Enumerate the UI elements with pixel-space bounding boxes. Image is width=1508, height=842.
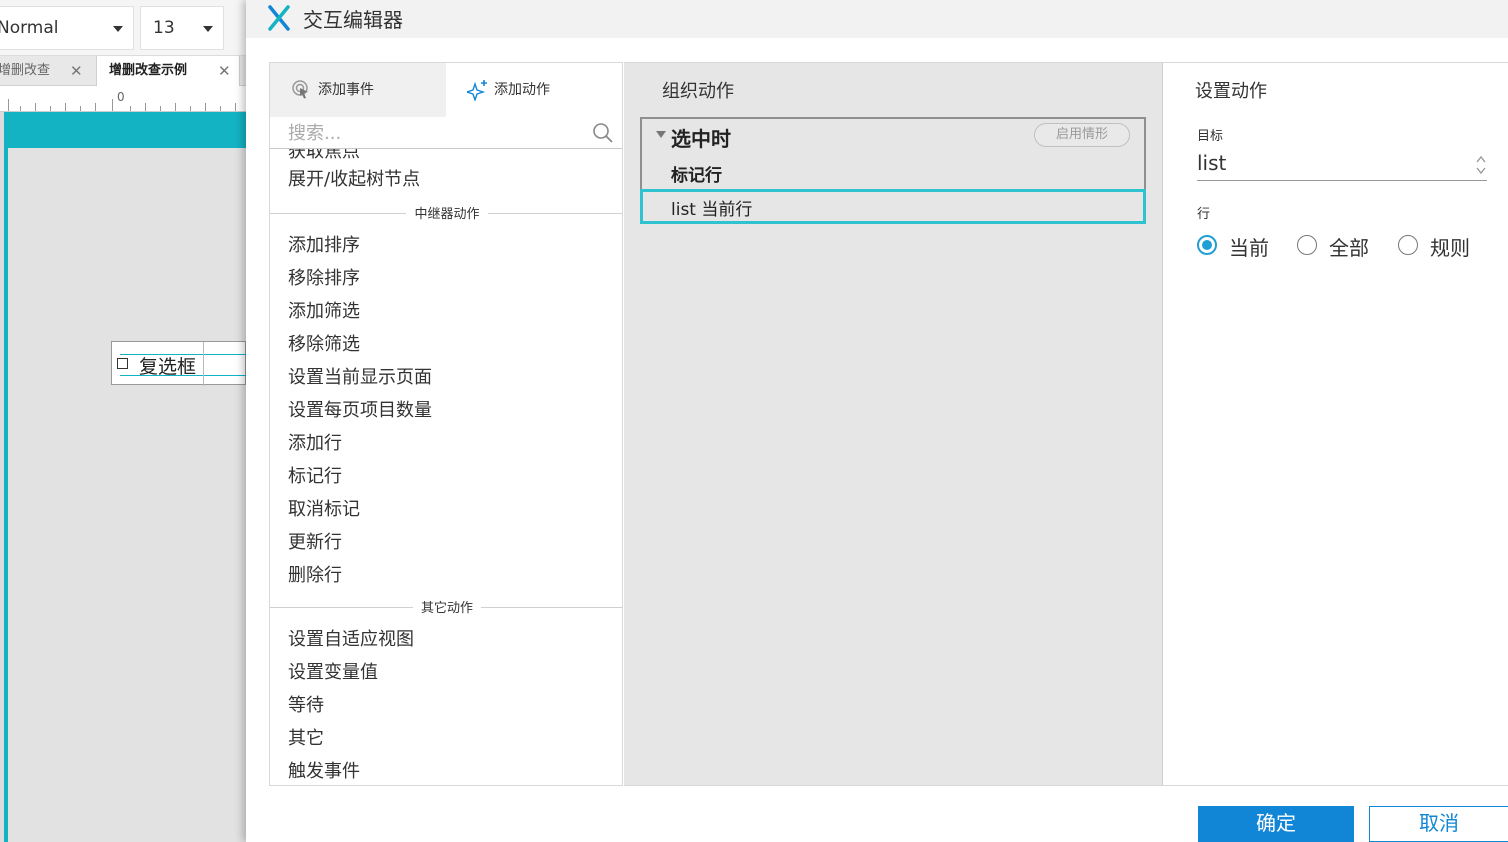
- tab-add-event-label: 添加事件: [318, 82, 374, 98]
- list-item[interactable]: 等待: [288, 691, 324, 717]
- tab-add-action-label: 添加动作: [494, 82, 550, 98]
- list-item[interactable]: 触发事件: [288, 757, 360, 783]
- radio-label: 全部: [1329, 236, 1369, 260]
- ruler-zero: 0: [117, 90, 125, 104]
- search-icon[interactable]: [592, 122, 614, 144]
- design-canvas[interactable]: [4, 148, 246, 842]
- case-block[interactable]: 选中时 启用情形 标记行 list 当前行: [640, 117, 1146, 224]
- list-item[interactable]: 设置每页项目数量: [288, 396, 432, 422]
- dialog-title: 交互编辑器: [303, 8, 403, 32]
- list-item[interactable]: 添加行: [288, 429, 342, 455]
- font-style-value: Normal: [0, 18, 59, 38]
- tab-label: 增删改查示例: [109, 63, 188, 78]
- action-list: 获取焦点 展开/收起树节点 中继器动作 添加排序 移除排序 添加筛选 移除筛选 …: [270, 149, 622, 785]
- radio-checked-icon: [1197, 235, 1217, 255]
- list-item[interactable]: 设置当前显示页面: [288, 363, 432, 389]
- list-item[interactable]: 移除排序: [288, 264, 360, 290]
- axure-logo-icon: [268, 5, 290, 31]
- enable-condition-button[interactable]: 启用情形: [1034, 123, 1130, 147]
- cursor-click-icon: [292, 80, 308, 99]
- chevron-down-icon: [203, 26, 213, 32]
- tab-label: 增删改查: [0, 63, 51, 78]
- list-item-toggle-tree-node[interactable]: 展开/收起树节点: [288, 165, 420, 191]
- interaction-editor-dialog: 交互编辑器 添加事件 添加动作 搜索... 获取焦点 展开/收起树节点 中继器动…: [246, 0, 1508, 842]
- sparkle-icon: [467, 80, 487, 101]
- cancel-button[interactable]: 取消: [1369, 806, 1508, 842]
- background-editor: Normal 13 增删改查 ✕ 增删改查示例 ✕ 0 复选框: [0, 0, 246, 842]
- list-item[interactable]: 添加排序: [288, 231, 360, 257]
- checkbox-icon: [117, 358, 128, 369]
- font-style-dropdown[interactable]: Normal: [0, 6, 134, 50]
- organize-actions-panel: 组织动作 选中时 启用情形 标记行 list 当前行: [624, 62, 1162, 786]
- target-label: 目标: [1197, 129, 1224, 144]
- selected-action-row[interactable]: list 当前行: [640, 189, 1146, 224]
- checkbox-label: 复选框: [139, 356, 197, 378]
- ok-button[interactable]: 确定: [1198, 806, 1354, 842]
- up-down-chevron-icon: [1476, 155, 1486, 175]
- radio-unchecked-icon: [1297, 235, 1317, 255]
- action-library-panel: 添加事件 添加动作 获取焦点 展开/收起树节点 中继器动作: [269, 62, 623, 786]
- action-name[interactable]: 标记行: [671, 161, 722, 186]
- list-item[interactable]: 获取焦点: [288, 149, 360, 163]
- horizontal-ruler: 0: [0, 86, 246, 112]
- list-item[interactable]: 设置自适应视图: [288, 625, 414, 651]
- checkbox-widget[interactable]: 复选框: [111, 341, 246, 386]
- list-item[interactable]: 删除行: [288, 561, 342, 587]
- list-item[interactable]: 其它: [288, 724, 324, 750]
- radio-unchecked-icon: [1398, 235, 1418, 255]
- action-detail: list 当前行: [671, 200, 753, 220]
- group-label: 其它动作: [412, 601, 481, 616]
- font-size-value: 13: [153, 18, 175, 38]
- target-select[interactable]: list: [1197, 149, 1487, 181]
- search-bar: [270, 117, 622, 149]
- group-other-actions: 其它动作: [270, 597, 622, 617]
- radio-label: 规则: [1430, 236, 1470, 260]
- panel-tabs: 添加事件 添加动作: [270, 63, 622, 117]
- collapse-arrow-icon[interactable]: [656, 131, 666, 138]
- configure-action-panel: 设置动作 目标 list 行 当前 全部 规则: [1162, 62, 1508, 786]
- list-item[interactable]: 设置变量值: [288, 658, 378, 684]
- list-item[interactable]: 添加筛选: [288, 297, 360, 323]
- list-item[interactable]: 移除筛选: [288, 330, 360, 356]
- list-item[interactable]: 取消标记: [288, 495, 360, 521]
- list-item[interactable]: 更新行: [288, 528, 342, 554]
- chevron-down-icon: [113, 26, 123, 32]
- radio-label: 当前: [1229, 236, 1269, 260]
- tab-add-action[interactable]: 添加动作: [446, 63, 622, 117]
- case-name: 选中时: [671, 127, 731, 151]
- tab-crud[interactable]: 增删改查 ✕: [0, 56, 94, 86]
- font-size-dropdown[interactable]: 13: [140, 6, 224, 50]
- row-label: 行: [1197, 207, 1211, 222]
- group-label: 中继器动作: [406, 207, 488, 222]
- tab-add-event[interactable]: 添加事件: [270, 63, 446, 117]
- tab-crud-example[interactable]: 增删改查示例 ✕: [96, 56, 240, 86]
- document-tabs: 增删改查 ✕ 增删改查示例 ✕: [0, 56, 246, 86]
- panel-title: 组织动作: [662, 81, 734, 102]
- target-value: list: [1197, 151, 1227, 175]
- list-item[interactable]: 标记行: [288, 462, 342, 488]
- group-repeater-actions: 中继器动作: [270, 203, 622, 223]
- panel-title: 设置动作: [1195, 81, 1267, 102]
- close-icon[interactable]: ✕: [218, 56, 231, 86]
- style-toolbar: Normal 13: [0, 0, 246, 56]
- close-icon[interactable]: ✕: [70, 56, 83, 86]
- repeater-header-bar: [4, 112, 246, 148]
- search-input[interactable]: [288, 119, 578, 147]
- dialog-title-bar: 交互编辑器: [246, 0, 1508, 38]
